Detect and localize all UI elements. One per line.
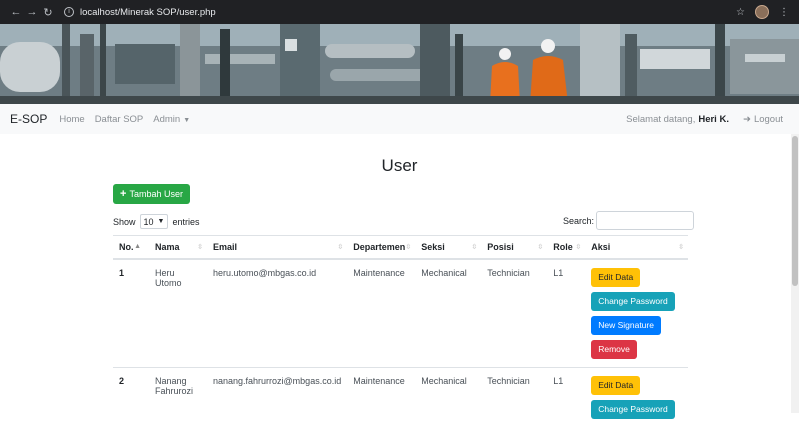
nav-admin-dropdown[interactable]: Admin ▼ xyxy=(153,114,190,125)
cell-departemen: Maintenance xyxy=(347,366,416,427)
logout-link[interactable]: ➜ Logout xyxy=(743,114,783,125)
menu-dots-icon[interactable]: ⋮ xyxy=(779,7,789,18)
sort-icon: ⇳ xyxy=(575,244,582,251)
table-row: 1 Heru Utomo heru.utomo@mbgas.co.id Main… xyxy=(113,258,688,367)
nav-admin-label: Admin xyxy=(153,113,181,125)
cell-departemen: Maintenance xyxy=(347,258,416,367)
add-user-button[interactable]: + Tambah User xyxy=(113,184,190,204)
col-aksi-label: Aksi xyxy=(591,241,611,252)
star-icon[interactable]: ☆ xyxy=(736,7,745,18)
browser-toolbar: ← → ↻ i localhost/Minerak SOP/user.php ☆… xyxy=(0,0,799,24)
col-email-label: Email xyxy=(213,241,238,252)
header-banner-image xyxy=(0,24,799,104)
entries-label: entries xyxy=(172,216,200,227)
col-header-email[interactable]: Email ⇳ xyxy=(207,235,348,260)
cell-nama: Heru Utomo xyxy=(149,258,207,367)
search-label: Search: xyxy=(563,215,595,226)
chevron-down-icon: ▼ xyxy=(157,218,165,225)
col-posisi-label: Posisi xyxy=(487,241,514,252)
edit-data-button[interactable]: Edit Data xyxy=(591,375,641,395)
page-title: User xyxy=(381,156,418,175)
col-seksi-label: Seksi xyxy=(421,241,445,252)
cell-seksi: Mechanical xyxy=(415,258,482,367)
col-nama-label: Nama xyxy=(155,241,180,252)
cell-actions: Edit Data Change Password New Signature … xyxy=(585,258,688,367)
cell-no: 2 xyxy=(113,366,149,427)
address-bar[interactable]: i localhost/Minerak SOP/user.php xyxy=(64,7,216,18)
col-departemen-label: Departemen xyxy=(353,241,406,252)
show-entries-control: Show 10 ▼ entries xyxy=(113,214,199,229)
col-header-aksi[interactable]: Aksi ⇳ xyxy=(585,235,688,260)
entries-select[interactable]: 10 ▼ xyxy=(139,214,169,229)
cell-actions: Edit Data Change Password xyxy=(585,366,688,427)
nav-daftar-sop[interactable]: Daftar SOP xyxy=(95,114,144,125)
brand-logo[interactable]: E-SOP xyxy=(10,112,47,126)
cell-posisi: Technician xyxy=(481,366,548,427)
sort-icon: ⇳ xyxy=(678,244,684,251)
edit-data-button[interactable]: Edit Data xyxy=(591,267,641,287)
col-header-seksi[interactable]: Seksi ⇳ xyxy=(415,235,482,260)
col-role-label: Role xyxy=(553,241,573,252)
sort-icon: ⇳ xyxy=(471,244,478,251)
current-user-name: Heri K. xyxy=(698,113,729,125)
cell-role: L1 xyxy=(547,366,586,427)
show-label: Show xyxy=(113,216,136,227)
reload-icon[interactable]: ↻ xyxy=(40,6,56,19)
plus-icon: + xyxy=(120,188,127,200)
col-header-nama[interactable]: Nama ⇳ xyxy=(149,235,207,260)
logout-icon: ➜ xyxy=(742,113,751,125)
table-header-row: No. ▲ Nama ⇳ Email ⇳ Departemen ⇳ Seksi ⇳ Pos… xyxy=(113,235,688,260)
col-no-label: No. xyxy=(119,241,134,252)
profile-avatar[interactable] xyxy=(755,5,769,19)
sort-icon: ⇳ xyxy=(337,244,344,251)
cell-nama: Nanang Fahrurozi xyxy=(149,366,207,427)
add-user-label: Tambah User xyxy=(129,189,183,199)
forward-arrow-icon[interactable]: → xyxy=(24,6,40,18)
sort-icon: ⇳ xyxy=(405,244,412,251)
sort-icon: ⇳ xyxy=(537,244,544,251)
caret-down-icon: ▼ xyxy=(183,116,191,124)
change-password-button[interactable]: Change Password xyxy=(591,291,675,311)
cell-email: nanang.fahrurrozi@mbgas.co.id xyxy=(207,366,348,427)
sort-icon: ⇳ xyxy=(197,244,203,251)
remove-button[interactable]: Remove xyxy=(591,339,637,359)
main-navbar: E-SOP Home Daftar SOP Admin ▼ Selamat dat… xyxy=(0,104,799,134)
back-arrow-icon[interactable]: ← xyxy=(8,6,24,18)
table-row: 2 Nanang Fahrurozi nanang.fahrurrozi@mbg… xyxy=(113,366,688,427)
welcome-text: Selamat datang, xyxy=(626,113,696,125)
search-control: Search: xyxy=(563,211,695,230)
url-text: localhost/Minerak SOP/user.php xyxy=(80,6,216,18)
page-scrollbar[interactable] xyxy=(791,134,799,413)
new-signature-button[interactable]: New Signature xyxy=(591,315,661,335)
sort-asc-icon: ▲ xyxy=(134,243,141,250)
entries-value: 10 xyxy=(143,216,154,227)
col-header-departemen[interactable]: Departemen ⇳ xyxy=(347,235,416,260)
logout-label: Logout xyxy=(753,113,783,125)
user-table: No. ▲ Nama ⇳ Email ⇳ Departemen ⇳ Seksi ⇳ Pos… xyxy=(113,235,688,427)
info-icon: i xyxy=(64,7,74,17)
search-input[interactable] xyxy=(596,211,695,230)
col-header-posisi[interactable]: Posisi ⇳ xyxy=(481,235,548,260)
col-header-role[interactable]: Role ⇳ xyxy=(547,235,586,260)
change-password-button[interactable]: Change Password xyxy=(591,399,675,419)
cell-role: L1 xyxy=(547,258,586,367)
cell-seksi: Mechanical xyxy=(415,366,482,427)
cell-no: 1 xyxy=(113,258,149,367)
col-header-no[interactable]: No. ▲ xyxy=(113,235,149,260)
cell-posisi: Technician xyxy=(481,258,548,367)
scrollbar-thumb[interactable] xyxy=(792,136,798,286)
nav-home[interactable]: Home xyxy=(59,114,84,125)
cell-email: heru.utomo@mbgas.co.id xyxy=(207,258,348,367)
